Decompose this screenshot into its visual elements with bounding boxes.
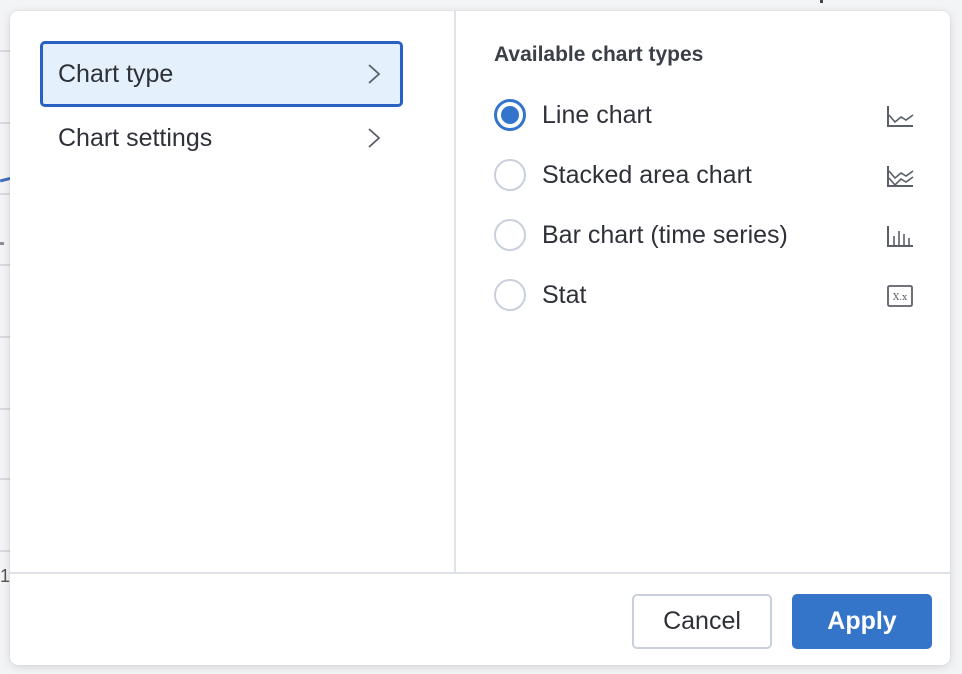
apply-button[interactable]: Apply — [792, 594, 932, 649]
chevron-right-icon — [365, 62, 383, 86]
nav-item-label: Chart settings — [58, 123, 213, 152]
stacked-area-chart-icon — [886, 163, 914, 189]
radio-button[interactable] — [494, 159, 526, 191]
radio-dot — [501, 106, 519, 124]
stat-icon: X.x — [886, 283, 914, 309]
option-bar-chart-time-series[interactable]: Bar chart (time series) — [494, 215, 914, 255]
option-label: Stat — [542, 280, 587, 309]
footer-divider — [10, 572, 950, 574]
section-title: Available chart types — [494, 43, 704, 66]
settings-nav: Chart type Chart settings — [10, 11, 456, 574]
nav-item-chart-settings[interactable]: Chart settings — [40, 105, 403, 171]
line-chart-icon — [886, 103, 914, 129]
chart-config-dialog: Chart type Chart settings Available char… — [10, 11, 950, 665]
option-label: Line chart — [542, 100, 652, 129]
bg-chart-point — [0, 242, 4, 245]
nav-item-label: Chart type — [58, 59, 174, 88]
option-line-chart[interactable]: Line chart — [494, 95, 914, 135]
bg-tick — [820, 0, 823, 3]
stat-icon-text: X.x — [893, 293, 907, 303]
nav-item-chart-type[interactable]: Chart type — [40, 41, 403, 107]
option-label: Bar chart (time series) — [542, 220, 788, 249]
radio-button[interactable] — [494, 219, 526, 251]
chart-type-panel: Available chart types Line chart Stacked… — [458, 11, 950, 574]
radio-button[interactable] — [494, 99, 526, 131]
radio-button[interactable] — [494, 279, 526, 311]
bar-chart-icon — [886, 223, 914, 249]
cancel-button[interactable]: Cancel — [632, 594, 772, 649]
option-label: Stacked area chart — [542, 160, 752, 189]
option-stacked-area-chart[interactable]: Stacked area chart — [494, 155, 914, 195]
bg-axis-label: 1 — [0, 566, 11, 586]
chevron-right-icon — [365, 126, 383, 150]
option-stat[interactable]: Stat X.x — [494, 275, 914, 315]
